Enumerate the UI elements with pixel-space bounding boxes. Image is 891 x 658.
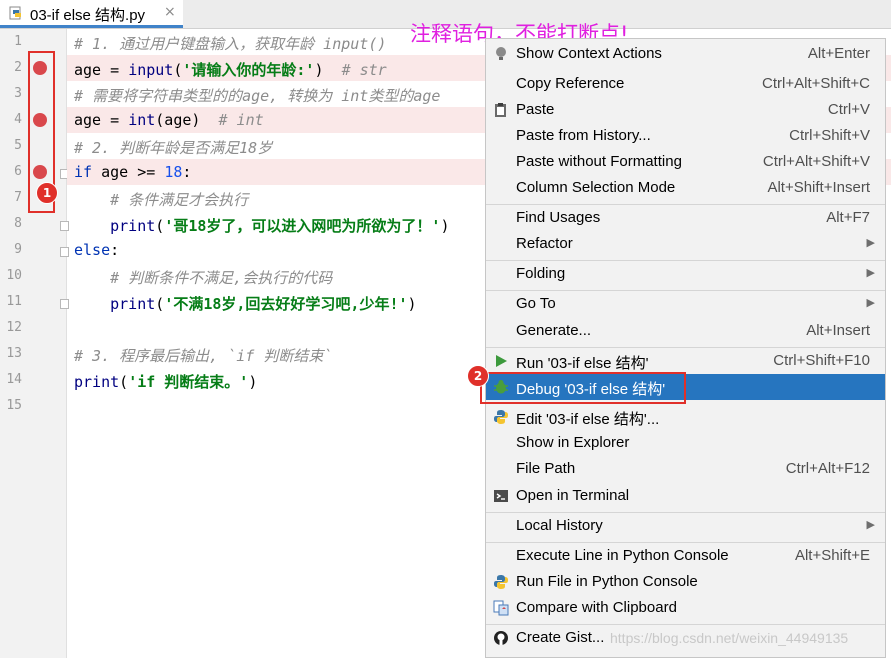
menu-item-go-to[interactable]: Go To ▶	[486, 291, 885, 317]
github-icon	[494, 631, 508, 645]
menu-item-edit-configuration[interactable]: Edit '03-if else 结构'...	[486, 404, 885, 430]
line-number: 1	[14, 34, 22, 49]
line-number: 3	[14, 86, 22, 101]
python-file-icon	[9, 6, 21, 20]
menu-item-find-usages[interactable]: Find Usages Alt+F7	[486, 205, 885, 231]
menu-item-column-selection-mode[interactable]: Column Selection Mode Alt+Shift+Insert	[486, 175, 885, 201]
line-number: 12	[6, 320, 22, 335]
comment: # 需要将字符串类型的的age, 转换为 int类型的age	[74, 87, 441, 105]
python-icon	[494, 410, 508, 424]
tab-03-if-else[interactable]: 03-if else 结构.py ×	[0, 0, 183, 28]
comment: # 2. 判断年龄是否满足18岁	[74, 139, 273, 157]
lightbulb-icon	[496, 47, 506, 60]
watermark-text: https://blog.csdn.net/weixin_44949135	[610, 630, 849, 646]
submenu-arrow-icon: ▶	[866, 237, 875, 249]
menu-item-copy-reference[interactable]: Copy Reference Ctrl+Alt+Shift+C	[486, 71, 885, 97]
menu-item-show-in-explorer[interactable]: Show in Explorer	[486, 430, 885, 456]
line-number: 8	[14, 216, 22, 231]
code-statement: else:	[74, 241, 120, 259]
code-statement: print('哥18岁了，可以进入网吧为所欲为了！')	[110, 217, 450, 235]
menu-item-execute-line-in-console[interactable]: Execute Line in Python Console Alt+Shift+…	[486, 543, 885, 569]
comment: # 条件满足才会执行	[74, 191, 249, 209]
paste-icon	[495, 103, 506, 117]
menu-item-open-in-terminal[interactable]: Open in Terminal	[486, 483, 885, 509]
line-number: 9	[14, 242, 22, 257]
line-number: 2	[14, 60, 22, 75]
line-number: 7	[14, 190, 22, 205]
submenu-arrow-icon: ▶	[866, 267, 875, 279]
close-icon[interactable]: ×	[164, 4, 176, 20]
line-number: 4	[14, 112, 22, 127]
line-number: 13	[6, 346, 22, 361]
compare-icon	[493, 600, 509, 616]
code-statement: age = input('请输入你的年龄:') # str	[74, 61, 387, 79]
menu-item-file-path[interactable]: File Path Ctrl+Alt+F12	[486, 456, 885, 482]
menu-item-folding[interactable]: Folding ▶	[486, 261, 885, 287]
run-icon	[496, 355, 507, 367]
menu-item-show-context-actions[interactable]: Show Context Actions Alt+Enter	[486, 41, 885, 67]
menu-item-refactor[interactable]: Refactor ▶	[486, 231, 885, 257]
code-statement: print('不满18岁,回去好好学习吧,少年!')	[110, 295, 417, 313]
editor-gutter[interactable]: 1 2 3 4 5 6 7 8 9 10 11 12 13 14 15 1	[0, 29, 69, 658]
code-statement: if age >= 18:	[74, 163, 192, 181]
comment: # 判断条件不满足,会执行的代码	[74, 269, 333, 287]
debug-highlight-box	[480, 372, 686, 404]
menu-item-local-history[interactable]: Local History ▶	[486, 513, 885, 539]
menu-item-run[interactable]: Run '03-if else 结构' Ctrl+Shift+F10	[486, 348, 885, 374]
code-statement: print('if 判断结束。')	[74, 373, 258, 391]
code-statement: age = int(age) # int	[74, 111, 264, 129]
line-number: 6	[14, 164, 22, 179]
line-number: 15	[6, 398, 22, 413]
submenu-arrow-icon: ▶	[866, 519, 875, 531]
step-badge-2: 2	[467, 365, 489, 387]
tab-title: 03-if else 结构.py	[30, 7, 146, 24]
menu-item-compare-with-clipboard[interactable]: Compare with Clipboard	[486, 595, 885, 621]
comment: # 1. 通过用户键盘输入，获取年龄 input()	[74, 35, 387, 53]
menu-item-run-file-in-console[interactable]: Run File in Python Console	[486, 569, 885, 595]
menu-item-paste-from-history[interactable]: Paste from History... Ctrl+Shift+V	[486, 123, 885, 149]
line-number: 5	[14, 138, 22, 153]
comment: # 3. 程序最后输出, `if 判断结束`	[74, 347, 333, 365]
editor-context-menu: Show Context Actions Alt+Enter Copy Refer…	[485, 38, 886, 658]
python-icon	[494, 575, 508, 589]
line-number: 10	[6, 268, 22, 283]
terminal-icon	[494, 490, 508, 502]
menu-item-paste[interactable]: Paste Ctrl+V	[486, 97, 885, 123]
step-badge-1: 1	[36, 182, 58, 204]
menu-item-generate[interactable]: Generate... Alt+Insert	[486, 318, 885, 344]
menu-item-paste-without-formatting[interactable]: Paste without Formatting Ctrl+Alt+Shift+V	[486, 149, 885, 175]
line-number: 11	[6, 294, 22, 309]
submenu-arrow-icon: ▶	[866, 297, 875, 309]
line-number: 14	[6, 372, 22, 387]
